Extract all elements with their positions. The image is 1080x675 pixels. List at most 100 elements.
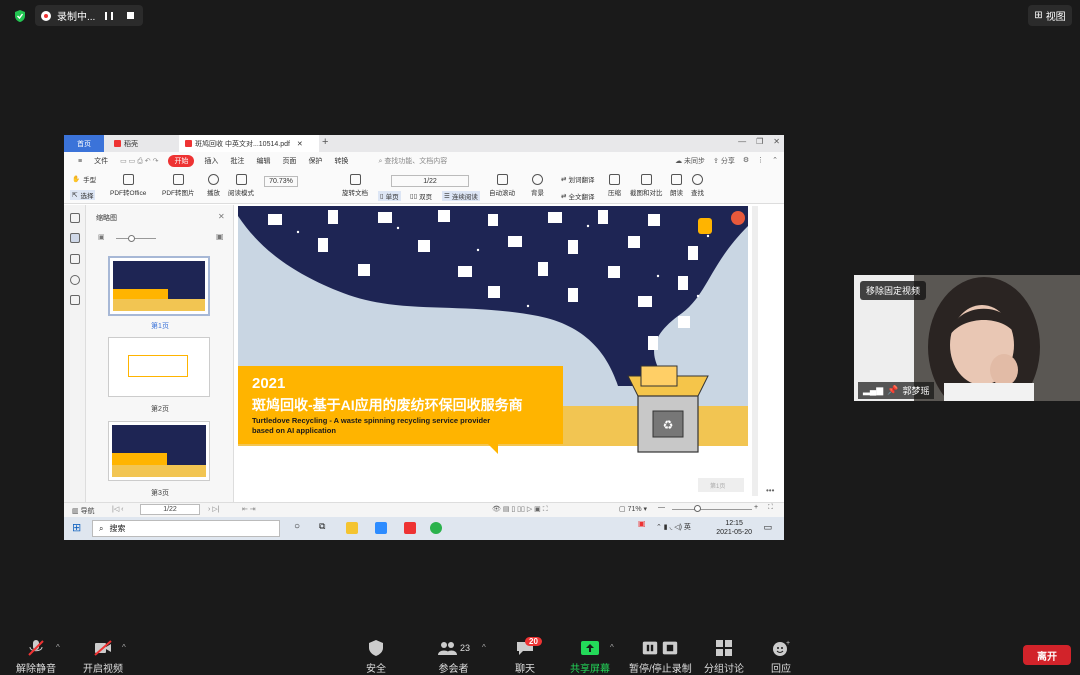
new-tab-button[interactable]: +: [322, 136, 328, 148]
word-translate-button[interactable]: ⇄ 划词翻译: [561, 174, 594, 184]
windows-start-icon[interactable]: ⊞: [72, 521, 81, 534]
page-nav-icons[interactable]: ⇤ ⇥: [242, 505, 256, 513]
zoom-slider[interactable]: [672, 509, 752, 510]
tab-home[interactable]: 首页: [64, 135, 104, 152]
read-aloud-button[interactable]: 朗读: [670, 174, 683, 197]
read-mode-button[interactable]: 阅读模式: [228, 174, 254, 197]
fullscreen-icon[interactable]: ⛶: [768, 504, 773, 512]
menu-hamburger-icon[interactable]: ≡: [72, 158, 88, 165]
menu-page[interactable]: 页面: [276, 156, 302, 166]
taskbar-search-input[interactable]: ⌕ 搜索: [92, 520, 280, 537]
single-page-button[interactable]: ▯ 单页: [378, 191, 401, 201]
participants-button[interactable]: 23 参会者: [437, 639, 470, 675]
thumbnail-icon[interactable]: [70, 233, 80, 243]
notification-icon[interactable]: ▭: [763, 522, 772, 533]
slider-handle[interactable]: [128, 235, 135, 242]
bookmark-icon[interactable]: [70, 213, 80, 223]
background-button[interactable]: 背景: [531, 174, 544, 197]
comment-icon[interactable]: [70, 254, 80, 264]
leave-meeting-button[interactable]: 离开: [1023, 645, 1071, 665]
compress-button[interactable]: 压缩: [608, 174, 621, 197]
system-tray-icons[interactable]: ⌃ ▮ ◟ ◁) 英: [656, 522, 691, 532]
breakout-rooms-button[interactable]: 分组讨论: [704, 639, 744, 675]
task-view-icon[interactable]: ⧉: [319, 521, 325, 532]
unpin-video-button[interactable]: 移除固定视频: [860, 281, 927, 300]
security-button[interactable]: 安全: [366, 639, 386, 675]
rotate-button[interactable]: 旋转文档: [342, 174, 368, 197]
thumbnail-page-2[interactable]: [108, 337, 210, 397]
stop-recording-icon[interactable]: [127, 12, 135, 19]
share-options-caret[interactable]: ^: [610, 643, 614, 652]
unmute-button[interactable]: 解除静音: [16, 639, 56, 675]
pdf-to-image-button[interactable]: PDF转图片: [162, 174, 195, 197]
start-video-button[interactable]: 开启视频: [83, 639, 123, 675]
zoom-app-icon[interactable]: [375, 522, 387, 534]
settings-icon[interactable]: ⚙: [743, 156, 749, 166]
audio-options-caret[interactable]: ^: [56, 643, 60, 652]
pause-stop-recording-button[interactable]: 暂停/停止录制: [629, 639, 692, 675]
menu-start[interactable]: 开始: [168, 155, 195, 167]
signature-icon[interactable]: [70, 295, 80, 305]
zoom-out-icon[interactable]: —: [658, 504, 665, 511]
next-page-icon[interactable]: › ▷|: [208, 505, 219, 513]
close-tab-icon[interactable]: ✕: [297, 140, 303, 148]
participant-video[interactable]: 移除固定视频 ▂▄▆ 📌 郭梦瑶: [854, 275, 1080, 401]
continuous-read-button[interactable]: ☰ 连续阅读: [442, 191, 480, 201]
status-zoom[interactable]: ▢ 71% ▾: [619, 505, 647, 513]
menu-edit[interactable]: 编辑: [250, 156, 276, 166]
tray-wps-icon[interactable]: ▣: [638, 519, 646, 528]
screenshot-compare-button[interactable]: 截图和对比: [630, 174, 663, 197]
full-translate-button[interactable]: ⇄ 全文翻译: [561, 191, 594, 201]
nav-toggle[interactable]: ▥ 导航: [72, 506, 95, 516]
thumbnail-page-1[interactable]: [108, 256, 210, 316]
quick-access-icons[interactable]: ▭ ▭ ⎙ ↶ ↷: [114, 157, 164, 166]
thumbnail-page-3[interactable]: [108, 421, 210, 481]
view-button[interactable]: ⊞ 视图: [1028, 5, 1072, 26]
page-number-input[interactable]: 1/22: [391, 175, 469, 187]
share-screen-button[interactable]: 共享屏幕: [570, 639, 610, 675]
play-button[interactable]: 播放: [207, 174, 220, 197]
double-page-button[interactable]: ▯▯ 双页: [410, 191, 432, 201]
tab-pdf-document[interactable]: 斑鸠回收 中英文对...10514.pdf ✕: [179, 135, 319, 152]
more-options-icon[interactable]: •••: [766, 486, 774, 495]
status-page-input[interactable]: 1/22: [140, 504, 200, 515]
sync-status[interactable]: ☁ 未同步: [675, 156, 705, 166]
first-page-icon[interactable]: |◁ ‹: [112, 505, 123, 513]
menu-comment[interactable]: 批注: [224, 156, 250, 166]
share-button[interactable]: ⇪ 分享: [713, 156, 735, 166]
file-explorer-icon[interactable]: [346, 522, 358, 534]
document-scrollbar[interactable]: [752, 206, 758, 496]
zoom-input[interactable]: 70.73%: [264, 176, 298, 187]
close-panel-icon[interactable]: ✕: [218, 212, 225, 221]
pause-recording-icon[interactable]: [105, 11, 114, 20]
auto-scroll-button[interactable]: 自动滚动: [489, 174, 515, 197]
taskbar-clock[interactable]: 12:15 2021-05-20: [716, 519, 752, 537]
video-options-caret[interactable]: ^: [122, 643, 126, 652]
menu-convert[interactable]: 转换: [328, 156, 354, 166]
thumbnail-size-slider[interactable]: [116, 238, 156, 239]
zoom-slider-handle[interactable]: [694, 505, 701, 512]
select-tool[interactable]: ⇱ 选择: [70, 190, 96, 200]
participants-caret[interactable]: ^: [482, 643, 486, 652]
attachment-icon[interactable]: [70, 275, 80, 285]
reactions-button[interactable]: + 回应: [771, 639, 791, 675]
chat-button[interactable]: 聊天 20: [515, 637, 542, 675]
close-window-icon[interactable]: ✕: [773, 137, 780, 146]
minimize-icon[interactable]: —: [738, 137, 746, 146]
wps-app-icon[interactable]: [404, 522, 416, 534]
find-button[interactable]: 查找: [691, 174, 704, 197]
cortana-icon[interactable]: ○: [294, 521, 300, 532]
restore-icon[interactable]: ❐: [756, 137, 763, 146]
large-thumb-icon[interactable]: ▣: [216, 232, 224, 241]
zoom-in-icon[interactable]: +: [754, 504, 758, 511]
view-mode-icons[interactable]: 👁 ▤ ▯ ▯▯ ▷ ▣ ⛶: [492, 505, 548, 514]
menu-file[interactable]: 文件: [88, 156, 114, 166]
menu-protect[interactable]: 保护: [302, 156, 328, 166]
hand-tool[interactable]: ✋ 手型: [72, 174, 96, 184]
menu-insert[interactable]: 插入: [198, 156, 224, 166]
tab-daoke[interactable]: 稻壳: [108, 135, 174, 152]
collapse-icon[interactable]: ⌃: [772, 156, 778, 166]
wechat-icon[interactable]: [430, 522, 442, 534]
more-icon[interactable]: ⋮: [757, 156, 764, 166]
command-search-input[interactable]: ⌕ 查找功能、文档内容: [378, 156, 447, 166]
